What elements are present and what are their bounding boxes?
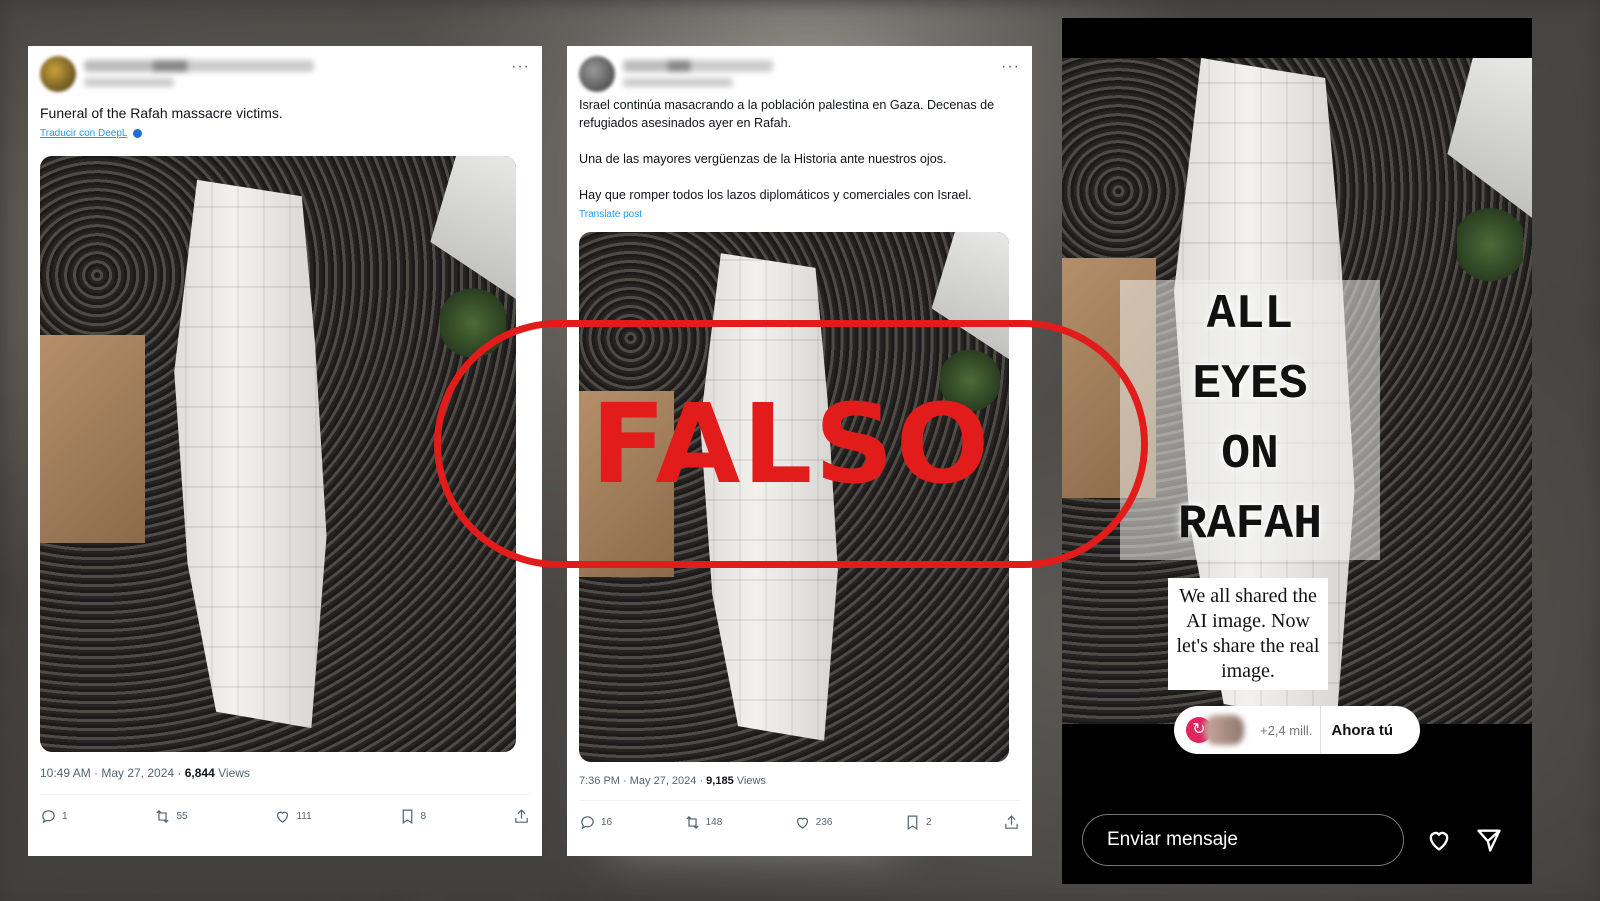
action-bar: 1 55 111 8	[40, 808, 530, 825]
photo-tent	[1447, 58, 1532, 218]
falso-stamp: FALSO	[434, 320, 1148, 568]
divider	[40, 794, 530, 795]
redacted-name	[84, 60, 314, 72]
participant-avatars: ↻	[1186, 715, 1260, 745]
message-input[interactable]: Enviar mensaje	[1082, 814, 1404, 866]
participant-avatar	[1204, 715, 1244, 745]
tweet-text: Israel continúa masacrando a la població…	[579, 96, 1020, 204]
pill-separator	[1320, 706, 1322, 754]
reply-count: 1	[62, 811, 68, 822]
more-icon[interactable]: ···	[511, 58, 530, 76]
tweet-paragraph: Israel continúa masacrando a la població…	[579, 98, 995, 130]
timestamp: 7:36 PM · May 27, 2024 ·	[579, 775, 707, 787]
translate-link[interactable]: Translate post	[579, 209, 642, 220]
translate-link-label: Traducir con DeepL	[40, 128, 128, 139]
tweet-paragraph: Hay que romper todos los lazos diplomáti…	[579, 188, 972, 202]
bookmark-icon	[907, 815, 918, 831]
like-icon	[796, 817, 808, 829]
tweet-text: Funeral of the Rafah massacre victims.	[40, 105, 283, 121]
deepl-icon	[133, 128, 143, 138]
redacted-handle	[623, 78, 733, 87]
share-icon	[1005, 815, 1018, 829]
tweet-meta: 10:49 AM · May 27, 2024 · 6,844 Views	[40, 766, 250, 780]
redacted-handle	[84, 78, 174, 87]
like-count: 236	[815, 817, 833, 828]
headline-line: RAFAH	[1120, 490, 1380, 560]
repost-icon	[686, 815, 699, 830]
like-button[interactable]: 236	[794, 814, 833, 831]
translate-link[interactable]: Traducir con DeepL	[40, 128, 143, 139]
more-icon[interactable]: ···	[1001, 58, 1020, 76]
like-icon	[277, 811, 289, 823]
repost-button[interactable]: 148	[684, 814, 723, 831]
like-button[interactable]: 111	[274, 808, 312, 825]
views-label: Views	[214, 766, 250, 780]
tweet-paragraph: Una de las mayores vergüenzas de la Hist…	[579, 152, 947, 166]
bookmark-icon	[402, 809, 412, 825]
views-count: 6,844	[184, 766, 215, 780]
avatar[interactable]	[579, 56, 615, 92]
bookmark-button[interactable]: 8	[399, 808, 427, 825]
story-headline: ALL EYES ON RAFAH	[1120, 280, 1380, 560]
photo-shrouds	[174, 179, 327, 729]
repost-count: 148	[705, 817, 723, 828]
redacted-name	[623, 60, 773, 72]
reply-icon	[581, 816, 594, 830]
photo-tent	[430, 156, 516, 300]
headline-line: EYES	[1120, 350, 1380, 420]
repost-icon	[156, 809, 170, 824]
reply-button[interactable]: 16	[579, 814, 612, 831]
add-yours-button[interactable]: Ahora tú	[1331, 722, 1393, 739]
falso-stamp-text: FALSO	[590, 380, 992, 508]
heart-icon[interactable]	[1424, 826, 1454, 854]
divider	[579, 800, 1020, 801]
send-icon[interactable]	[1474, 826, 1504, 854]
reply-count: 16	[601, 817, 613, 828]
story-note: We all shared the AI image. Now let's sh…	[1168, 578, 1328, 690]
tweet-meta: 7:36 PM · May 27, 2024 · 9,185 Views	[579, 775, 766, 787]
share-icon	[515, 809, 528, 823]
add-yours-sticker[interactable]: ↻ +2,4 mill. Ahora tú	[1174, 706, 1420, 754]
tweet-header: ···	[40, 56, 530, 94]
timestamp: 10:49 AM · May 27, 2024 ·	[40, 766, 185, 780]
photo-tree	[1456, 204, 1523, 285]
bookmark-count: 8	[420, 811, 427, 822]
repost-count: 55	[176, 811, 188, 822]
avatar[interactable]	[40, 56, 76, 92]
headline-line: ALL	[1120, 280, 1380, 350]
tweet-header: ···	[579, 56, 1020, 94]
reply-button[interactable]: 1	[40, 808, 68, 825]
participant-count: +2,4 mill.	[1260, 722, 1313, 738]
views-label: Views	[733, 775, 766, 787]
bookmark-button[interactable]: 2	[904, 814, 932, 831]
reply-icon	[42, 810, 55, 824]
bookmark-count: 2	[925, 817, 932, 828]
like-count: 111	[296, 811, 312, 822]
headline-line: ON	[1120, 420, 1380, 490]
photo-tarp	[40, 334, 145, 544]
views-count: 9,185	[706, 775, 734, 787]
action-bar: 16 148 236 2	[579, 814, 1020, 831]
share-button[interactable]	[513, 808, 530, 825]
share-button[interactable]	[1003, 814, 1020, 831]
repost-button[interactable]: 55	[154, 808, 188, 825]
